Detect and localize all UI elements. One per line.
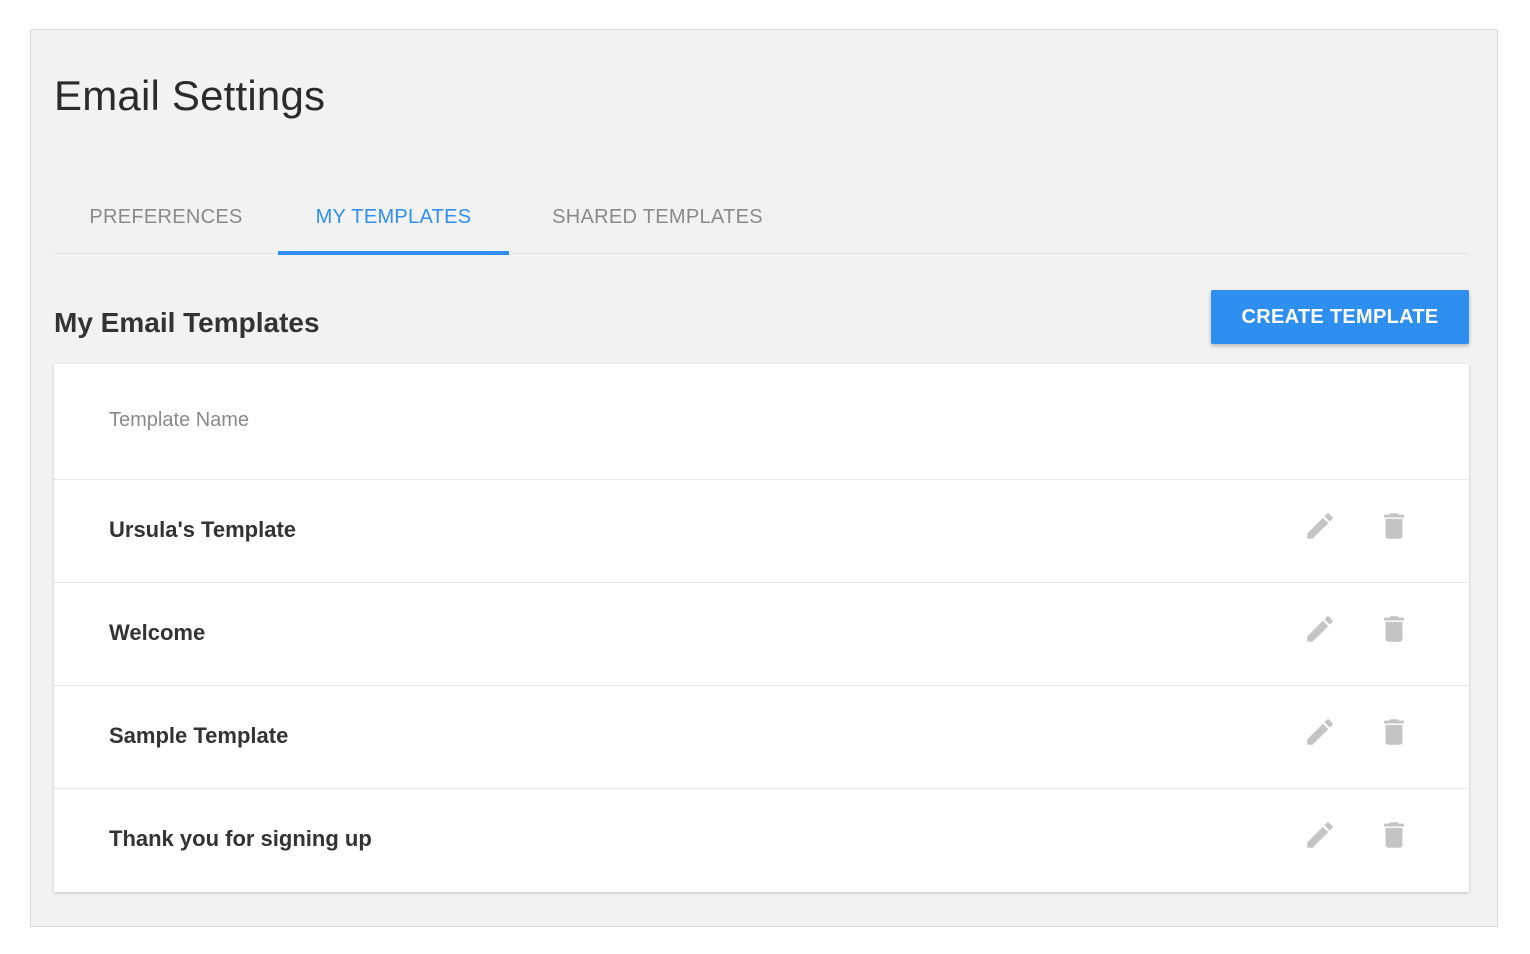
create-template-button[interactable]: CREATE TEMPLATE [1211,290,1469,344]
delete-button[interactable] [1374,506,1414,546]
trash-icon [1384,822,1404,848]
template-name: Ursula's Template [109,517,296,542]
email-settings-panel: Email Settings PREFERENCES MY TEMPLATES … [30,29,1498,927]
edit-button[interactable] [1300,815,1340,855]
edit-button[interactable] [1300,712,1340,752]
tab-shared-templates[interactable]: SHARED TEMPLATES [509,190,806,254]
delete-button[interactable] [1374,712,1414,752]
templates-table: Template Name Ursula's Template Welcome … [54,364,1469,892]
table-header: Template Name [54,364,1469,480]
table-row: Ursula's Template [54,480,1469,583]
delete-button[interactable] [1374,609,1414,649]
pencil-icon [1307,513,1333,539]
edit-button[interactable] [1300,609,1340,649]
table-row: Thank you for signing up [54,789,1469,892]
table-row: Sample Template [54,686,1469,789]
template-name: Welcome [109,620,206,645]
pencil-icon [1307,822,1333,848]
tab-preferences[interactable]: PREFERENCES [54,190,278,254]
page-title: Email Settings [54,72,326,119]
tab-my-templates[interactable]: MY TEMPLATES [278,190,509,255]
trash-icon [1384,719,1404,745]
template-name: Sample Template [109,723,289,748]
settings-tabs: PREFERENCES MY TEMPLATES SHARED TEMPLATE… [54,190,1469,255]
column-header-template-name: Template Name [109,409,250,431]
section-title: My Email Templates [54,307,320,338]
trash-icon [1384,513,1404,539]
edit-button[interactable] [1300,506,1340,546]
delete-button[interactable] [1374,815,1414,855]
table-row: Welcome [54,583,1469,686]
pencil-icon [1307,616,1333,642]
pencil-icon [1307,719,1333,745]
trash-icon [1384,616,1404,642]
template-name: Thank you for signing up [109,826,372,851]
